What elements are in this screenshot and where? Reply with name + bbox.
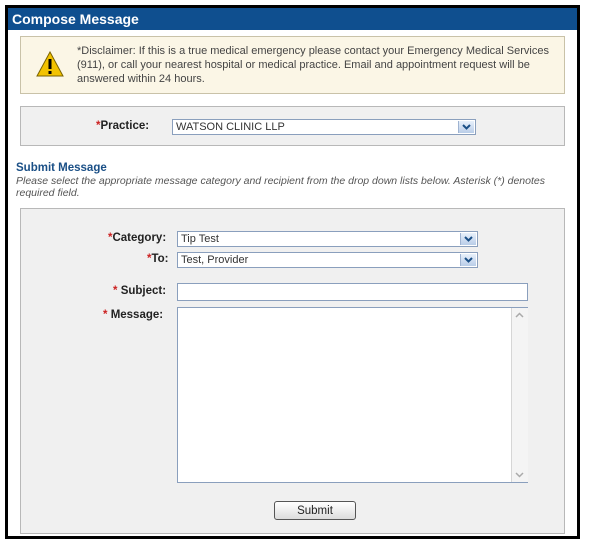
scroll-down-arrow-icon[interactable]: [515, 472, 524, 478]
practice-section: *Practice: WATSON CLINIC LLP: [20, 106, 565, 146]
practice-label-text: Practice:: [100, 120, 150, 132]
message-label: * Message:: [103, 309, 163, 321]
to-select[interactable]: Test, Provider: [177, 252, 478, 268]
category-label: *Category:: [108, 232, 166, 244]
chevron-down-icon: [464, 236, 473, 242]
practice-label: *Practice:: [96, 120, 149, 132]
compose-message-window: Compose Message *Disclaimer: If this is …: [5, 5, 580, 539]
category-label-text: Category:: [112, 232, 167, 244]
chevron-down-icon: [462, 124, 471, 130]
subject-input[interactable]: [177, 283, 528, 301]
window-title: Compose Message: [8, 8, 577, 30]
category-dropdown-button[interactable]: [460, 233, 476, 245]
practice-select[interactable]: WATSON CLINIC LLP: [172, 119, 476, 135]
message-label-text: Message:: [110, 309, 164, 321]
to-label: *To:: [147, 253, 169, 265]
message-scrollbar[interactable]: [511, 308, 528, 482]
message-textarea[interactable]: [177, 307, 528, 483]
submit-button[interactable]: Submit: [274, 501, 356, 520]
category-select[interactable]: Tip Test: [177, 231, 478, 247]
scroll-up-arrow-icon[interactable]: [515, 312, 524, 318]
practice-select-value: WATSON CLINIC LLP: [176, 121, 285, 133]
subject-required-mark: *: [113, 285, 118, 297]
practice-dropdown-button[interactable]: [458, 121, 474, 133]
to-dropdown-button[interactable]: [460, 254, 476, 266]
chevron-down-icon: [464, 257, 473, 263]
disclaimer-text: *Disclaimer: If this is a true medical e…: [77, 45, 549, 85]
message-form: *Category: Tip Test *To: Test, Provider …: [20, 208, 565, 534]
to-label-text: To:: [151, 253, 169, 265]
subject-label-text: Subject:: [120, 285, 167, 297]
subject-label: * Subject:: [113, 285, 166, 297]
to-select-value: Test, Provider: [181, 254, 249, 266]
submit-message-heading: Submit Message: [16, 162, 107, 174]
submit-message-description: Please select the appropriate message ca…: [16, 175, 545, 199]
disclaimer-box: *Disclaimer: If this is a true medical e…: [20, 36, 565, 94]
warning-icon: [36, 51, 64, 77]
message-required-mark: *: [103, 309, 108, 321]
category-select-value: Tip Test: [181, 233, 219, 245]
